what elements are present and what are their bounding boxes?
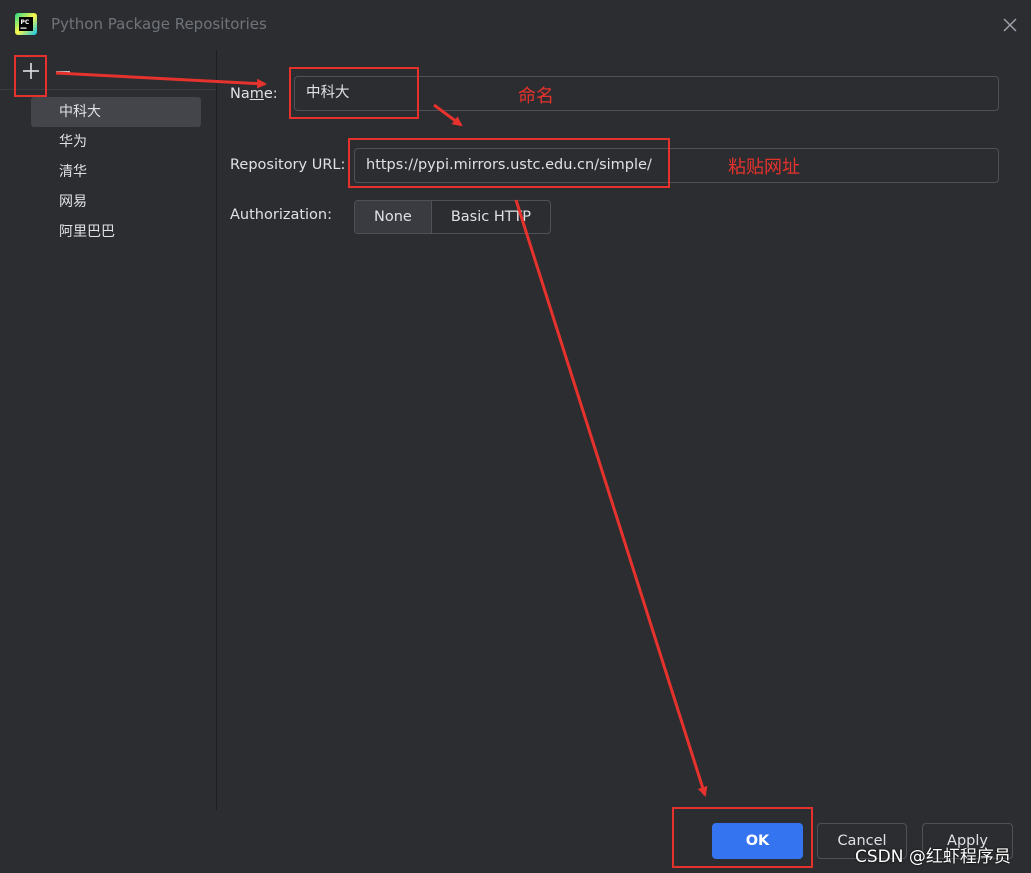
sidebar-item-netease[interactable]: 网易 [31,187,201,217]
name-label: Name: [230,86,278,102]
close-icon[interactable] [1001,16,1019,34]
repository-form: Name: 中科大 Repository URL: https://pypi.m… [218,50,1031,810]
url-label: Repository URL: [230,157,346,173]
url-annotation: 粘贴网址 [728,157,800,178]
title-bar: PC Python Package Repositories [0,0,1031,50]
window-title: Python Package Repositories [51,15,267,33]
minus-icon[interactable] [52,60,74,82]
plus-icon[interactable] [20,60,42,82]
sidebar-item-tsinghua[interactable]: 清华 [31,157,201,187]
repository-sidebar: 中科大 华为 清华 网易 阿里巴巴 [0,50,217,810]
sidebar-item-huawei[interactable]: 华为 [31,127,201,157]
sidebar-item-alibaba[interactable]: 阿里巴巴 [31,217,201,247]
authorization-label: Authorization: [230,207,333,223]
sidebar-toolbar [0,50,216,90]
auth-none-option[interactable]: None [355,201,432,233]
ok-button[interactable]: OK [712,823,803,859]
repository-url-input[interactable]: https://pypi.mirrors.ustc.edu.cn/simple/ [354,148,999,183]
name-input[interactable]: 中科大 [294,76,999,111]
svg-text:PC: PC [21,19,30,26]
name-annotation: 命名 [518,86,554,107]
pycharm-icon: PC [15,13,37,35]
watermark: CSDN @红虾程序员 [855,847,1011,867]
sidebar-item-ustc[interactable]: 中科大 [31,97,201,127]
auth-basic-http-option[interactable]: Basic HTTP [432,201,550,233]
repository-list: 中科大 华为 清华 网易 阿里巴巴 [31,97,201,247]
authorization-segmented-control: None Basic HTTP [354,200,551,234]
